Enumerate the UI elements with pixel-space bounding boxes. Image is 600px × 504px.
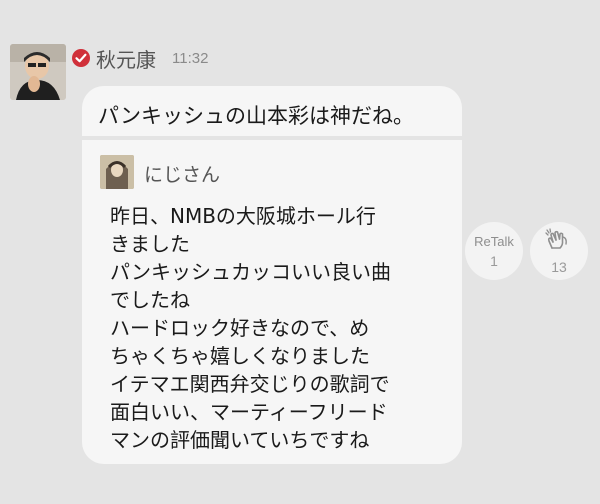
retalk-count: 1 (490, 252, 498, 269)
quote-line: パンキッシュカッコいい良い曲 (110, 260, 391, 284)
verified-check-icon (72, 49, 90, 67)
quote-line: でしたね (110, 288, 190, 312)
message-bubble[interactable]: パンキッシュの山本彩は神だね。 にじさん 昨日、NMBの大阪城ホール行 きました… (82, 86, 462, 464)
post-timestamp: 11:32 (172, 49, 209, 67)
quote-line: イテマエ関西弁交じりの歌詞で (110, 372, 390, 396)
quote-line: マンの評価聞いていちですね (110, 428, 370, 452)
sender-name[interactable]: 秋元康 (96, 44, 156, 73)
quoted-message-text: 昨日、NMBの大阪城ホール行 きました パンキッシュカッコいい良い曲 でしたね … (110, 202, 455, 454)
post-header: 秋元康 11:32 (72, 44, 208, 72)
quote-divider (82, 136, 462, 140)
quote-line: きました (110, 232, 190, 256)
quote-line: ハードロック好きなので、め (110, 316, 370, 340)
quote-line: 昨日、NMBの大阪城ホール行 (110, 204, 376, 228)
quote-line: 面白いい、マーティーフリード (110, 400, 388, 424)
clap-count: 13 (551, 258, 567, 275)
retalk-button[interactable]: ReTalk 1 (465, 222, 523, 280)
quoted-user-avatar[interactable] (100, 155, 134, 189)
retalk-label: ReTalk (474, 233, 514, 249)
clap-button[interactable]: 13 (530, 222, 588, 280)
quoted-user-name[interactable]: にじさん (144, 160, 220, 187)
sender-avatar[interactable] (10, 44, 66, 100)
quote-line: ちゃくちゃ嬉しくなりました (110, 344, 370, 368)
message-text: パンキッシュの山本彩は神だね。 (98, 104, 415, 128)
clap-icon (544, 227, 574, 255)
